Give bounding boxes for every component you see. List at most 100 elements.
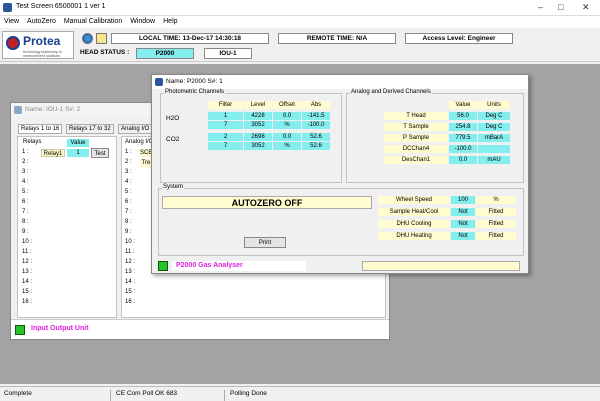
- analog-value-t-head: 56.0: [449, 112, 477, 120]
- system-value-wheel-speed: 100: [451, 196, 475, 204]
- relay-row-label: 9 :: [22, 229, 29, 235]
- h2o-level-1: 4228: [244, 112, 272, 120]
- analog-row-label: 16 :: [125, 299, 136, 305]
- menu-autozero[interactable]: AutoZero: [27, 16, 56, 28]
- relay-row-label: 1 :: [22, 149, 29, 155]
- protea-logo: Protea technology leadership in measurem…: [2, 31, 74, 59]
- analog-unit-p-sample: mBarA: [478, 134, 510, 142]
- menu-window[interactable]: Window: [130, 16, 155, 28]
- p2000-window-title-bar[interactable]: Name: P2000 S#: 1: [152, 75, 528, 89]
- relay-row-label: 8 :: [22, 219, 29, 225]
- analog-unit-t-head: Deg C: [478, 112, 510, 120]
- analog-value-p-sample: 779.5: [449, 134, 477, 142]
- local-time: LOCAL TIME: 13-Dec-17 14:30:18: [111, 33, 269, 44]
- h2o-level-2: 3052: [244, 121, 272, 129]
- menu-view[interactable]: View: [4, 16, 19, 28]
- status-separator: [110, 390, 111, 401]
- co2-filter-2: 7: [208, 142, 243, 150]
- globe-icon[interactable]: [82, 33, 93, 44]
- analog-unit-t-sample: Deg C: [478, 123, 510, 131]
- co2-filter-1: 2: [208, 133, 243, 141]
- p2000-window-title: Name: P2000 S#: 1: [166, 78, 223, 85]
- h2o-filter-2: 7: [208, 121, 243, 129]
- status-mid: CE Com Poll OK 683: [116, 390, 178, 397]
- tab-relays-17-32[interactable]: Relays 17 to 32: [66, 124, 114, 134]
- analog-row-label: 4 :: [125, 179, 132, 185]
- iou-footer: Input Output Unit: [11, 319, 389, 339]
- p2000-footer: P2000 Gas Analyser: [152, 258, 528, 273]
- h2o-label: H2O: [166, 115, 180, 122]
- relay-row-label: 5 :: [22, 189, 29, 195]
- h2o-offset-1: 0.0: [273, 112, 301, 120]
- app-title-bar: Test Screen 6500001 1 ver 1 – □ ✕: [0, 0, 600, 16]
- co2-label: CO2: [166, 136, 180, 143]
- system-unit-dhu-cooling: Fitted: [476, 220, 516, 228]
- menu-help[interactable]: Help: [163, 16, 177, 28]
- grid-icon[interactable]: [96, 33, 107, 44]
- analog-name-deschan1: DesChan1: [384, 156, 448, 164]
- remote-time: REMOTE TIME: N/A: [278, 33, 396, 44]
- status-indicator-icon: [15, 325, 25, 335]
- close-button[interactable]: ✕: [582, 2, 590, 12]
- menu-bar: View AutoZero Manual Calibration Window Help: [0, 16, 600, 28]
- analog-row-label: 7 :: [125, 209, 132, 215]
- system-value-dhu-heating: Not: [451, 232, 475, 240]
- status-separator: [224, 390, 225, 401]
- analog-value-deschan1: 0.0: [449, 156, 477, 164]
- co2-level-2: 3052: [244, 142, 272, 150]
- status-right: Polling Done: [230, 390, 267, 397]
- analog-derived-label: Analog and Derived Channels: [350, 89, 432, 95]
- analog-io-header: Analog I/O: [125, 139, 154, 145]
- app-title: Test Screen 6500001 1 ver 1: [16, 3, 106, 10]
- app-icon: [3, 3, 12, 12]
- autozero-status: AUTOZERO OFF: [162, 196, 372, 209]
- relay1-test-button[interactable]: Test: [91, 148, 109, 158]
- relay-row-label: 16 :: [22, 299, 33, 305]
- tab-relays-1-16[interactable]: Relays 1 to 16: [18, 124, 63, 134]
- analog-row-label: 15 :: [125, 289, 136, 295]
- co2-offset-2: %: [273, 142, 301, 150]
- relay-row-label: 15 :: [22, 289, 33, 295]
- p2000-window[interactable]: Name: P2000 S#: 1 Photometric Channels F…: [151, 74, 529, 274]
- analog-row-label: 2 :: [125, 159, 132, 165]
- system-name-dhu-heating: DHU Heating: [378, 232, 450, 240]
- h2o-abs-1: -141.5: [302, 112, 330, 120]
- status-left: Complete: [4, 390, 32, 397]
- co2-abs-2: 52.6: [302, 142, 330, 150]
- relay-row-label: 13 :: [22, 269, 33, 275]
- system-value-dhu-cooling: Not: [451, 220, 475, 228]
- photometric-label: Photometric Channels: [164, 89, 226, 95]
- co2-level-1: 2698: [244, 133, 272, 141]
- tab-analog-io[interactable]: Analog I/O: [118, 124, 153, 134]
- analog-row-label: 1 :: [125, 149, 132, 155]
- maximize-button[interactable]: □: [558, 2, 563, 12]
- unit-indicator: IOU-1: [204, 48, 252, 59]
- print-button[interactable]: Print: [244, 237, 286, 248]
- iou-window-title: Name: IOU-1 S#: 2: [25, 106, 81, 113]
- analog-name-dcchan4: DCChan4: [384, 145, 448, 153]
- analog-name-t-sample: T Sample: [384, 123, 448, 131]
- p2000-message-box: [362, 261, 520, 271]
- co2-abs-1: 52.6: [302, 133, 330, 141]
- system-unit-dhu-heating: Fitted: [476, 232, 516, 240]
- relay-row-label: 10 :: [22, 239, 33, 245]
- iou-footer-label: Input Output Unit: [31, 325, 89, 332]
- h2o-abs-2: -100.0: [302, 121, 330, 129]
- system-unit-wheel-speed: %: [476, 196, 516, 204]
- head-status-value: P2000: [136, 48, 194, 59]
- p2000-footer-label: P2000 Gas Analyser: [172, 261, 306, 271]
- system-unit-sample-heat-cool: Fitted: [476, 208, 516, 216]
- menu-manual-calibration[interactable]: Manual Calibration: [64, 16, 122, 28]
- minimize-button[interactable]: –: [538, 2, 543, 12]
- access-level: Access Level: Engineer: [405, 33, 513, 44]
- relay-row-label: 12 :: [22, 259, 33, 265]
- analog-name-t-head: T Head: [384, 112, 448, 120]
- col-level: Level: [244, 101, 272, 109]
- analog-unit-deschan1: mAU: [478, 156, 510, 164]
- head-status-label: HEAD STATUS :: [80, 49, 130, 56]
- analog-row-label: 3 :: [125, 169, 132, 175]
- window-icon: [155, 78, 163, 86]
- relay-row-label: 14 :: [22, 279, 33, 285]
- status-bar: Complete CE Com Poll OK 683 Polling Done: [0, 386, 600, 401]
- relay-row-label: 11 :: [22, 249, 32, 255]
